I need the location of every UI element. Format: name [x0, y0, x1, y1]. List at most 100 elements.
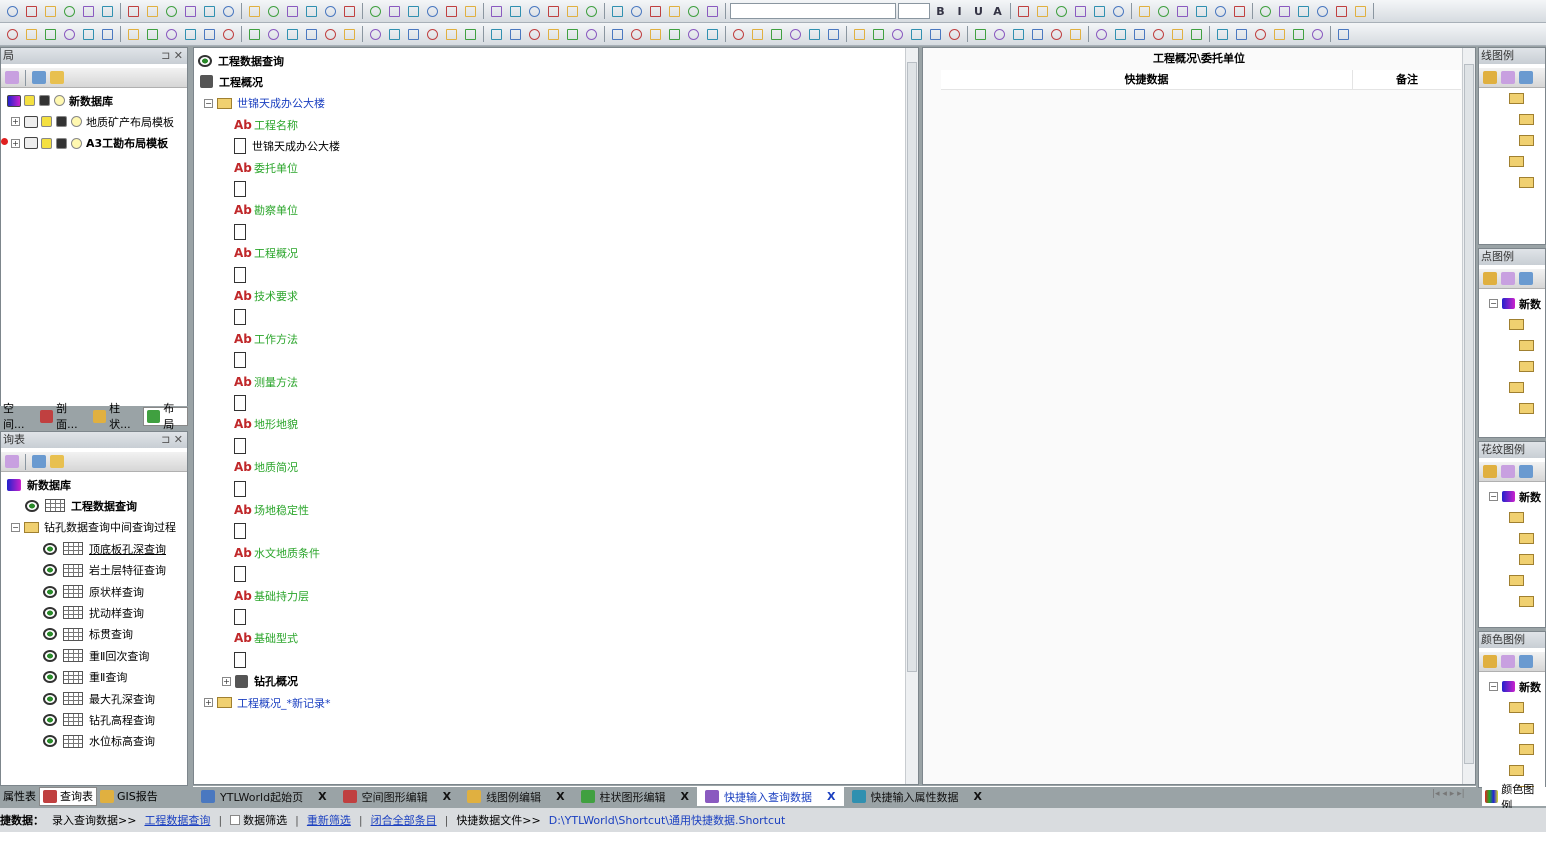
pick-icon[interactable]	[1483, 71, 1497, 84]
toolbar-tool-icon[interactable]	[23, 3, 40, 20]
new-table-icon[interactable]	[1519, 465, 1533, 478]
toolbar-tool-icon[interactable]	[182, 3, 199, 20]
field-node[interactable]: Ab 技术要求	[234, 285, 298, 306]
toolbar-tool-icon[interactable]	[80, 3, 97, 20]
legend-tree-item[interactable]	[1509, 507, 1545, 528]
toolbar-tool-icon[interactable]	[927, 26, 944, 43]
query-node[interactable]: 工程数据查询	[198, 50, 284, 71]
toolbar-tool-icon[interactable]	[284, 26, 301, 43]
toolbar-tool-icon[interactable]	[61, 3, 78, 20]
legend-tree-item[interactable]	[1519, 549, 1545, 570]
toolbar-tool-icon[interactable]	[322, 3, 339, 20]
field-node[interactable]: Ab 测量方法	[234, 371, 298, 392]
tree-node-database[interactable]: − 新数	[1489, 486, 1545, 507]
new-folder-icon[interactable]	[50, 71, 64, 84]
toolbar-tool-icon[interactable]	[163, 3, 180, 20]
legend-tree-item[interactable]	[1519, 528, 1545, 549]
toolbar-tool-icon[interactable]	[583, 3, 600, 20]
tab-layout-3[interactable]: 布局	[142, 402, 188, 431]
query-item[interactable]: 最大孔深查询	[43, 688, 155, 709]
toolbar-tool-icon[interactable]	[1029, 26, 1046, 43]
toolbar-tool-icon[interactable]	[1193, 3, 1210, 20]
expand-icon[interactable]: +	[11, 138, 20, 148]
legend-tree-item[interactable]	[1519, 739, 1545, 760]
query-item[interactable]: 顶底板孔深查询	[43, 538, 166, 559]
toolbar-tool-icon[interactable]	[488, 3, 505, 20]
toolbar-tool-icon[interactable]	[1295, 3, 1312, 20]
toolbar-tool-icon[interactable]	[685, 3, 702, 20]
toolbar-tool-icon[interactable]	[341, 26, 358, 43]
property-icon[interactable]	[1501, 272, 1515, 285]
toolbar-tool-icon[interactable]	[1150, 26, 1167, 43]
record-node[interactable]: − 世锦天成办公大楼	[204, 93, 325, 114]
toolbar-tool-icon[interactable]	[1231, 3, 1248, 20]
toolbar-tool-icon[interactable]	[1314, 3, 1331, 20]
legend-tree-item[interactable]	[1509, 88, 1545, 109]
field-value[interactable]	[234, 478, 252, 499]
field-node[interactable]: Ab 基础型式	[234, 628, 298, 649]
toolbar-tool-icon[interactable]	[1335, 26, 1352, 43]
toolbar-tool-icon[interactable]	[443, 3, 460, 20]
expand-icon[interactable]: +	[11, 117, 20, 127]
toolbar-tool-icon[interactable]	[144, 26, 161, 43]
toolbar-tool-icon[interactable]	[851, 26, 868, 43]
toolbar-tool-icon[interactable]	[1048, 26, 1065, 43]
toolbar-tool-icon[interactable]	[1093, 26, 1110, 43]
toolbar-tool-icon[interactable]	[99, 26, 116, 43]
toolbar-tool-icon[interactable]	[367, 26, 384, 43]
toolbar-tool-icon[interactable]	[1352, 3, 1369, 20]
doc-tab-3[interactable]: 柱状图形编辑 X	[573, 787, 697, 806]
field-value[interactable]	[234, 264, 252, 285]
toolbar-tool-icon[interactable]	[991, 26, 1008, 43]
legend-tree-item[interactable]	[1519, 591, 1545, 612]
toolbar-tool-icon[interactable]	[1010, 26, 1027, 43]
toolbar-tool-icon[interactable]	[1112, 26, 1129, 43]
toolbar-tool-icon[interactable]	[424, 26, 441, 43]
toolbar-tool-icon[interactable]	[265, 26, 282, 43]
toolbar-tool-icon[interactable]	[462, 26, 479, 43]
close-tab-icon[interactable]: X	[974, 790, 982, 803]
tab-query-1[interactable]: 查询表	[39, 786, 97, 806]
field-node[interactable]: Ab 工程概况	[234, 243, 298, 264]
toolbar-tool-icon[interactable]	[125, 3, 142, 20]
toolbar-tool-icon[interactable]	[341, 3, 358, 20]
toolbar-tool-icon[interactable]	[182, 26, 199, 43]
pin-close-icons[interactable]: ⊐ ✕	[161, 48, 183, 64]
underline-button[interactable]: U	[970, 3, 987, 20]
toolbar-tool-icon[interactable]	[220, 3, 237, 20]
tree-node-database[interactable]: − 新数	[1489, 293, 1545, 314]
legend-tree-item[interactable]	[1519, 335, 1545, 356]
field-value[interactable]	[234, 392, 252, 413]
toolbar-tool-icon[interactable]	[405, 3, 422, 20]
toolbar-tool-icon[interactable]	[42, 26, 59, 43]
collapse-icon[interactable]: −	[1489, 492, 1498, 501]
field-node[interactable]: Ab 委托单位	[234, 157, 298, 178]
toolbar-tool-icon[interactable]	[628, 3, 645, 20]
legend-tree-item[interactable]	[1519, 172, 1545, 193]
property-icon[interactable]	[1501, 465, 1515, 478]
field-value[interactable]	[234, 521, 252, 542]
toolbar-tool-icon[interactable]	[424, 3, 441, 20]
toolbar-tool-icon[interactable]	[1169, 26, 1186, 43]
font-combo[interactable]	[730, 3, 896, 19]
entry-link[interactable]: 工程数据查询	[144, 812, 210, 828]
toolbar-tool-icon[interactable]	[825, 26, 842, 43]
column-header-remark[interactable]: 备注	[1353, 70, 1461, 89]
toolbar-tool-icon[interactable]	[787, 26, 804, 43]
tab-query-0[interactable]: 属性表	[0, 787, 39, 806]
toolbar-tool-icon[interactable]	[730, 26, 747, 43]
toolbar-tool-icon[interactable]	[201, 3, 218, 20]
filter-checkbox[interactable]: 数据筛选	[230, 812, 287, 828]
new-table-icon[interactable]	[1519, 272, 1533, 285]
checkbox[interactable]	[230, 815, 241, 825]
pin-close-icons[interactable]: ⊐ ✕	[161, 432, 183, 448]
field-value[interactable]	[234, 564, 252, 585]
collapse-all-link[interactable]: 闭合全部条目	[371, 812, 437, 828]
property-icon[interactable]	[5, 455, 19, 468]
new-table-icon[interactable]	[32, 71, 46, 84]
expand-icon[interactable]: +	[222, 676, 231, 686]
toolbar-tool-icon[interactable]	[806, 26, 823, 43]
toolbar-tool-icon[interactable]	[1155, 3, 1172, 20]
new-record-node[interactable]: + 工程概况_*新记录*	[204, 692, 331, 713]
legend-tree-item[interactable]	[1509, 377, 1545, 398]
